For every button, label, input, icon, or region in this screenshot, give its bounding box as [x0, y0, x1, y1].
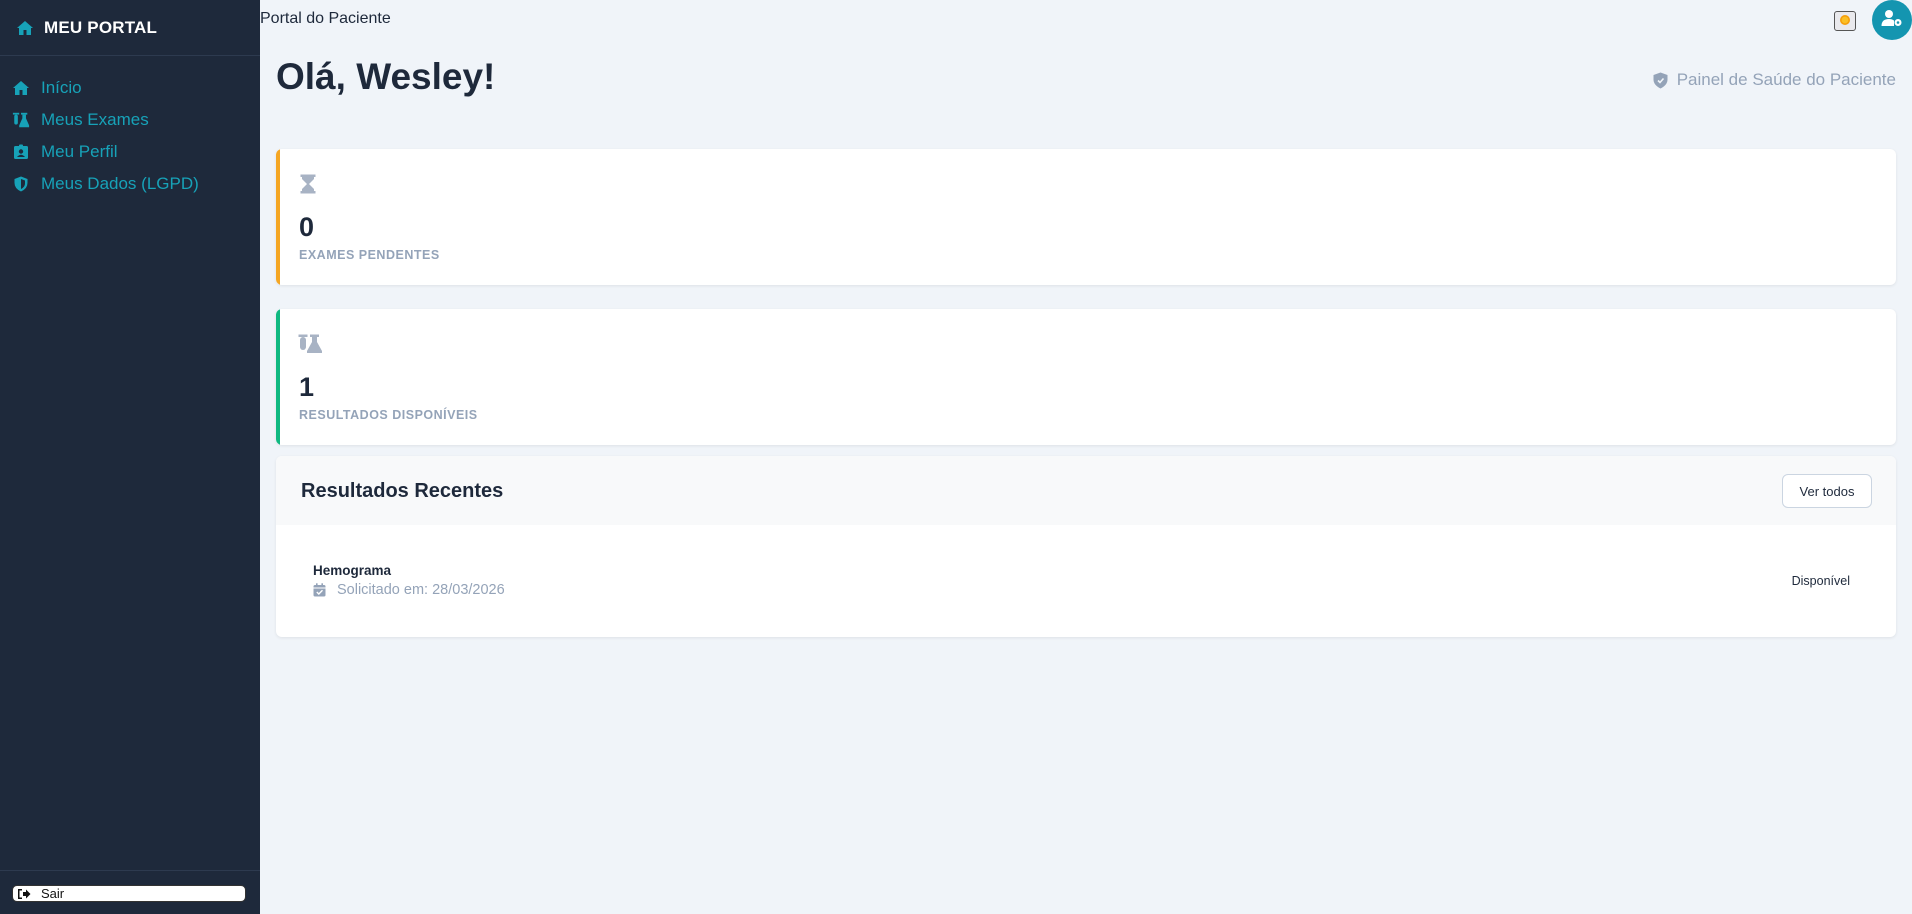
- sidebar-item-label: Início: [41, 78, 82, 97]
- sign-out-icon: [17, 888, 31, 900]
- exam-date: Solicitado em: 28/03/2026: [313, 582, 505, 598]
- view-all-button[interactable]: Ver todos: [1782, 474, 1872, 508]
- topbar: Portal do Paciente: [260, 0, 1912, 40]
- sidebar-nav: Início Meus Exames Meu Perfil Meus Dados…: [0, 56, 260, 200]
- sidebar-item-meus-exames[interactable]: Meus Exames: [0, 104, 260, 136]
- list-item[interactable]: Hemograma Solicitado em: 28/03/2026 Disp…: [276, 525, 1896, 637]
- sidebar-item-label: Meus Dados (LGPD): [41, 174, 199, 193]
- logout-label: Sair: [41, 886, 65, 901]
- stat-caption: RESULTADOS DISPONÍVEIS: [299, 408, 478, 422]
- home-icon: [12, 79, 30, 97]
- panel-subtitle-text: Painel de Saúde do Paciente: [1676, 70, 1896, 89]
- page-title: Portal do Paciente: [260, 10, 391, 27]
- theme-toggle-button[interactable]: [1834, 11, 1856, 31]
- logout-button[interactable]: Sair: [12, 885, 246, 902]
- sun-icon: [1839, 14, 1851, 29]
- recent-results-card: Resultados Recentes Ver todos Hemograma …: [276, 456, 1896, 637]
- user-menu-avatar[interactable]: [1872, 0, 1912, 40]
- brand[interactable]: MEU PORTAL: [0, 0, 260, 56]
- stat-card-available-results: 1 RESULTADOS DISPONÍVEIS: [276, 309, 1896, 445]
- sidebar-item-label: Meu Perfil: [41, 142, 118, 161]
- sidebar-footer: Sair: [0, 870, 260, 914]
- hourglass-icon: [298, 173, 318, 195]
- stat-value: 1: [299, 372, 315, 402]
- brand-title: MEU PORTAL: [44, 17, 158, 37]
- stat-accent-bar: [276, 309, 280, 445]
- recent-results-header: Resultados Recentes Ver todos: [276, 456, 1896, 525]
- calendar-check-icon: [313, 583, 326, 597]
- shield-icon: [1653, 71, 1669, 89]
- stat-card-pending-exams: 0 EXAMES PENDENTES: [276, 149, 1896, 285]
- stat-value: 0: [299, 212, 315, 242]
- status-badge: Disponível: [1791, 574, 1850, 588]
- flask-icon: [12, 111, 30, 129]
- flask-icon: [298, 333, 324, 355]
- sidebar-item-inicio[interactable]: Início: [0, 72, 260, 104]
- home-icon: [16, 19, 34, 37]
- sidebar: MEU PORTAL Início Meus Exames Meu Perfil…: [0, 0, 260, 914]
- sidebar-item-label: Meus Exames: [41, 110, 149, 129]
- greeting-heading: Olá, Wesley!: [276, 56, 496, 97]
- recent-results-title: Resultados Recentes: [301, 480, 504, 502]
- stat-caption: EXAMES PENDENTES: [299, 248, 440, 262]
- id-badge-icon: [12, 143, 30, 161]
- shield-icon: [12, 175, 30, 193]
- exam-name: Hemograma: [313, 563, 392, 578]
- user-cog-icon: [1881, 9, 1903, 32]
- exam-date-text: Solicitado em: 28/03/2026: [337, 582, 505, 598]
- stat-accent-bar: [276, 149, 280, 285]
- sidebar-item-meus-dados-lgpd[interactable]: Meus Dados (LGPD): [0, 168, 260, 200]
- sidebar-item-meu-perfil[interactable]: Meu Perfil: [0, 136, 260, 168]
- panel-subtitle: Painel de Saúde do Paciente: [1653, 70, 1896, 90]
